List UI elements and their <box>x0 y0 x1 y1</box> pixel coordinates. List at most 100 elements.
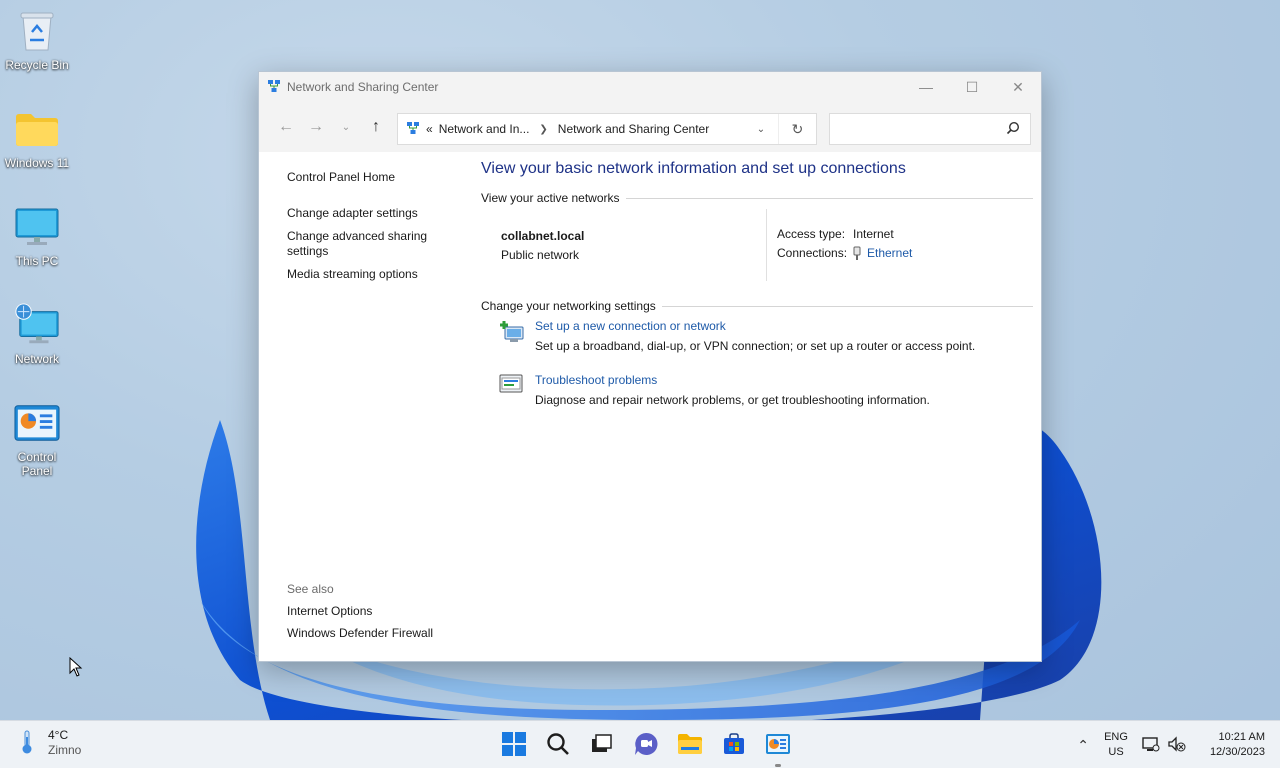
file-explorer-icon <box>677 733 703 758</box>
input-language-indicator[interactable]: ENG US <box>1104 730 1128 760</box>
address-dropdown-button[interactable]: ⌄ <box>744 124 778 135</box>
maximize-button[interactable]: ☐ <box>949 72 995 102</box>
taskbar-apps <box>492 727 800 767</box>
arrow-left-icon: ← <box>278 118 294 135</box>
control-panel-taskbar-button[interactable] <box>756 727 800 767</box>
control-panel-icon <box>14 400 60 446</box>
monitor-icon <box>14 204 60 250</box>
setup-new-connection-description: Set up a broadband, dial-up, or VPN conn… <box>535 339 976 353</box>
network-status-icon <box>1142 736 1160 755</box>
task-new-connection: Set up a new connection or network Set u… <box>481 319 1033 353</box>
desktop-icon-control-panel[interactable]: Control Panel <box>4 400 70 478</box>
troubleshoot-problems-description: Diagnose and repair network problems, or… <box>535 393 930 407</box>
change-advanced-sharing-settings-link[interactable]: Change advanced sharing settings <box>287 229 457 259</box>
title-bar[interactable]: Network and Sharing Center — ☐ ✕ <box>259 72 1041 102</box>
breadcrumb-network-sharing-center[interactable]: Network and Sharing Center <box>558 122 709 136</box>
media-streaming-options-link[interactable]: Media streaming options <box>287 267 457 282</box>
active-networks-header: View your active networks <box>481 191 620 205</box>
change-settings-header: Change your networking settings <box>481 299 656 313</box>
network-type: Public network <box>501 248 580 262</box>
thermometer-icon <box>18 729 36 758</box>
file-explorer-button[interactable] <box>668 727 712 763</box>
ethernet-connection-link[interactable]: Ethernet <box>867 246 912 263</box>
chevron-right-icon[interactable]: ❯ <box>539 124 547 135</box>
desktop-icon-this-pc[interactable]: This PC <box>4 204 70 268</box>
forward-button[interactable]: → <box>301 112 331 142</box>
breadcrumb-network-internet[interactable]: Network and In... <box>439 122 530 136</box>
window-title: Network and Sharing Center <box>287 80 439 94</box>
content-area: Control Panel Home Change adapter settin… <box>259 152 1041 661</box>
address-bar[interactable]: « Network and In... ❯ Network and Sharin… <box>397 113 817 145</box>
task-view-button[interactable] <box>580 727 624 763</box>
main-pane: View your basic network information and … <box>481 160 1033 407</box>
access-type-value: Internet <box>853 227 894 241</box>
back-button[interactable]: ← <box>271 112 301 142</box>
task-troubleshoot: Troubleshoot problems Diagnose and repai… <box>481 373 1033 407</box>
chat-button[interactable] <box>624 727 668 763</box>
left-pane: Control Panel Home Change adapter settin… <box>287 170 457 290</box>
clock-time: 10:21 AM <box>1218 731 1265 743</box>
desktop-icon-label: This PC <box>15 254 59 268</box>
search-button[interactable] <box>536 727 580 763</box>
page-title: View your basic network information and … <box>481 160 906 177</box>
show-hidden-icons-button[interactable]: ⌃ <box>1070 737 1096 754</box>
windows-defender-firewall-link[interactable]: Windows Defender Firewall <box>287 626 433 640</box>
recent-locations-button[interactable]: ⌄ <box>331 112 361 142</box>
up-button[interactable]: ↑ <box>361 112 391 142</box>
see-also-section: See also Internet Options Windows Defend… <box>287 582 433 648</box>
ethernet-icon <box>853 246 861 263</box>
network-sharing-center-window: Network and Sharing Center — ☐ ✕ ← → ⌄ ↑… <box>258 71 1042 662</box>
quick-settings-button[interactable] <box>1142 735 1186 755</box>
desktop-icon-label: Windows 11 <box>4 156 70 170</box>
weather-widget[interactable]: 4°C Zimno <box>18 728 81 758</box>
active-networks-section: View your active networks <box>481 191 1033 205</box>
minimize-icon: — <box>919 79 933 95</box>
folder-icon <box>14 106 60 152</box>
mouse-cursor-icon <box>69 656 83 680</box>
store-button[interactable] <box>712 727 756 763</box>
store-icon <box>723 732 745 758</box>
search-input[interactable] <box>829 113 1031 145</box>
desktop-icon-label: Recycle Bin <box>5 58 69 72</box>
desktop-icon-label: Network <box>14 352 59 366</box>
setup-new-connection-link[interactable]: Set up a new connection or network <box>535 319 975 333</box>
refresh-icon: ↻ <box>791 120 804 137</box>
access-type-label: Access type: <box>777 227 846 241</box>
see-also-header: See also <box>287 582 334 596</box>
control-panel-home-link[interactable]: Control Panel Home <box>287 170 457 185</box>
chevron-up-icon: ⌃ <box>1077 736 1089 753</box>
control-panel-icon <box>765 733 791 758</box>
taskbar: 4°C Zimno ⌃ ENG US 10:21 AM 12/30/2023 <box>0 720 1280 768</box>
internet-options-link[interactable]: Internet Options <box>287 604 433 618</box>
desktop-icon-label: Control Panel <box>17 450 57 478</box>
keyboard-layout: US <box>1108 746 1124 758</box>
search-icon <box>546 732 570 759</box>
troubleshoot-icon <box>481 373 523 407</box>
troubleshoot-problems-link[interactable]: Troubleshoot problems <box>535 373 930 387</box>
change-adapter-settings-link[interactable]: Change adapter settings <box>287 206 457 221</box>
network-icon <box>14 302 60 348</box>
change-settings-section: Change your networking settings <box>481 299 1033 313</box>
breadcrumb-overflow[interactable]: « <box>426 122 433 136</box>
clock[interactable]: 10:21 AM 12/30/2023 <box>1210 730 1265 760</box>
network-sharing-icon <box>267 79 281 96</box>
maximize-icon: ☐ <box>965 78 979 95</box>
chevron-down-icon: ⌄ <box>341 121 351 133</box>
recycle-bin-icon <box>14 8 60 54</box>
desktop-icon-network[interactable]: Network <box>4 302 70 366</box>
search-icon <box>1006 121 1020 138</box>
task-view-icon <box>591 733 613 757</box>
active-network-card: collabnet.local Public network Access ty… <box>481 209 1033 281</box>
refresh-button[interactable]: ↻ <box>778 114 816 144</box>
minimize-button[interactable]: — <box>903 72 949 102</box>
network-sharing-icon <box>406 121 420 138</box>
desktop-icon-recycle-bin[interactable]: Recycle Bin <box>4 8 70 72</box>
volume-muted-icon <box>1168 735 1186 755</box>
clock-date: 12/30/2023 <box>1209 746 1265 758</box>
start-button[interactable] <box>492 727 536 763</box>
new-connection-icon <box>481 319 524 353</box>
close-icon: ✕ <box>1012 78 1024 95</box>
desktop-icon-windows-11[interactable]: Windows 11 <box>4 106 70 170</box>
system-tray: ⌃ ENG US 10:21 AM 12/30/2023 <box>1070 721 1280 768</box>
close-button[interactable]: ✕ <box>995 72 1041 102</box>
